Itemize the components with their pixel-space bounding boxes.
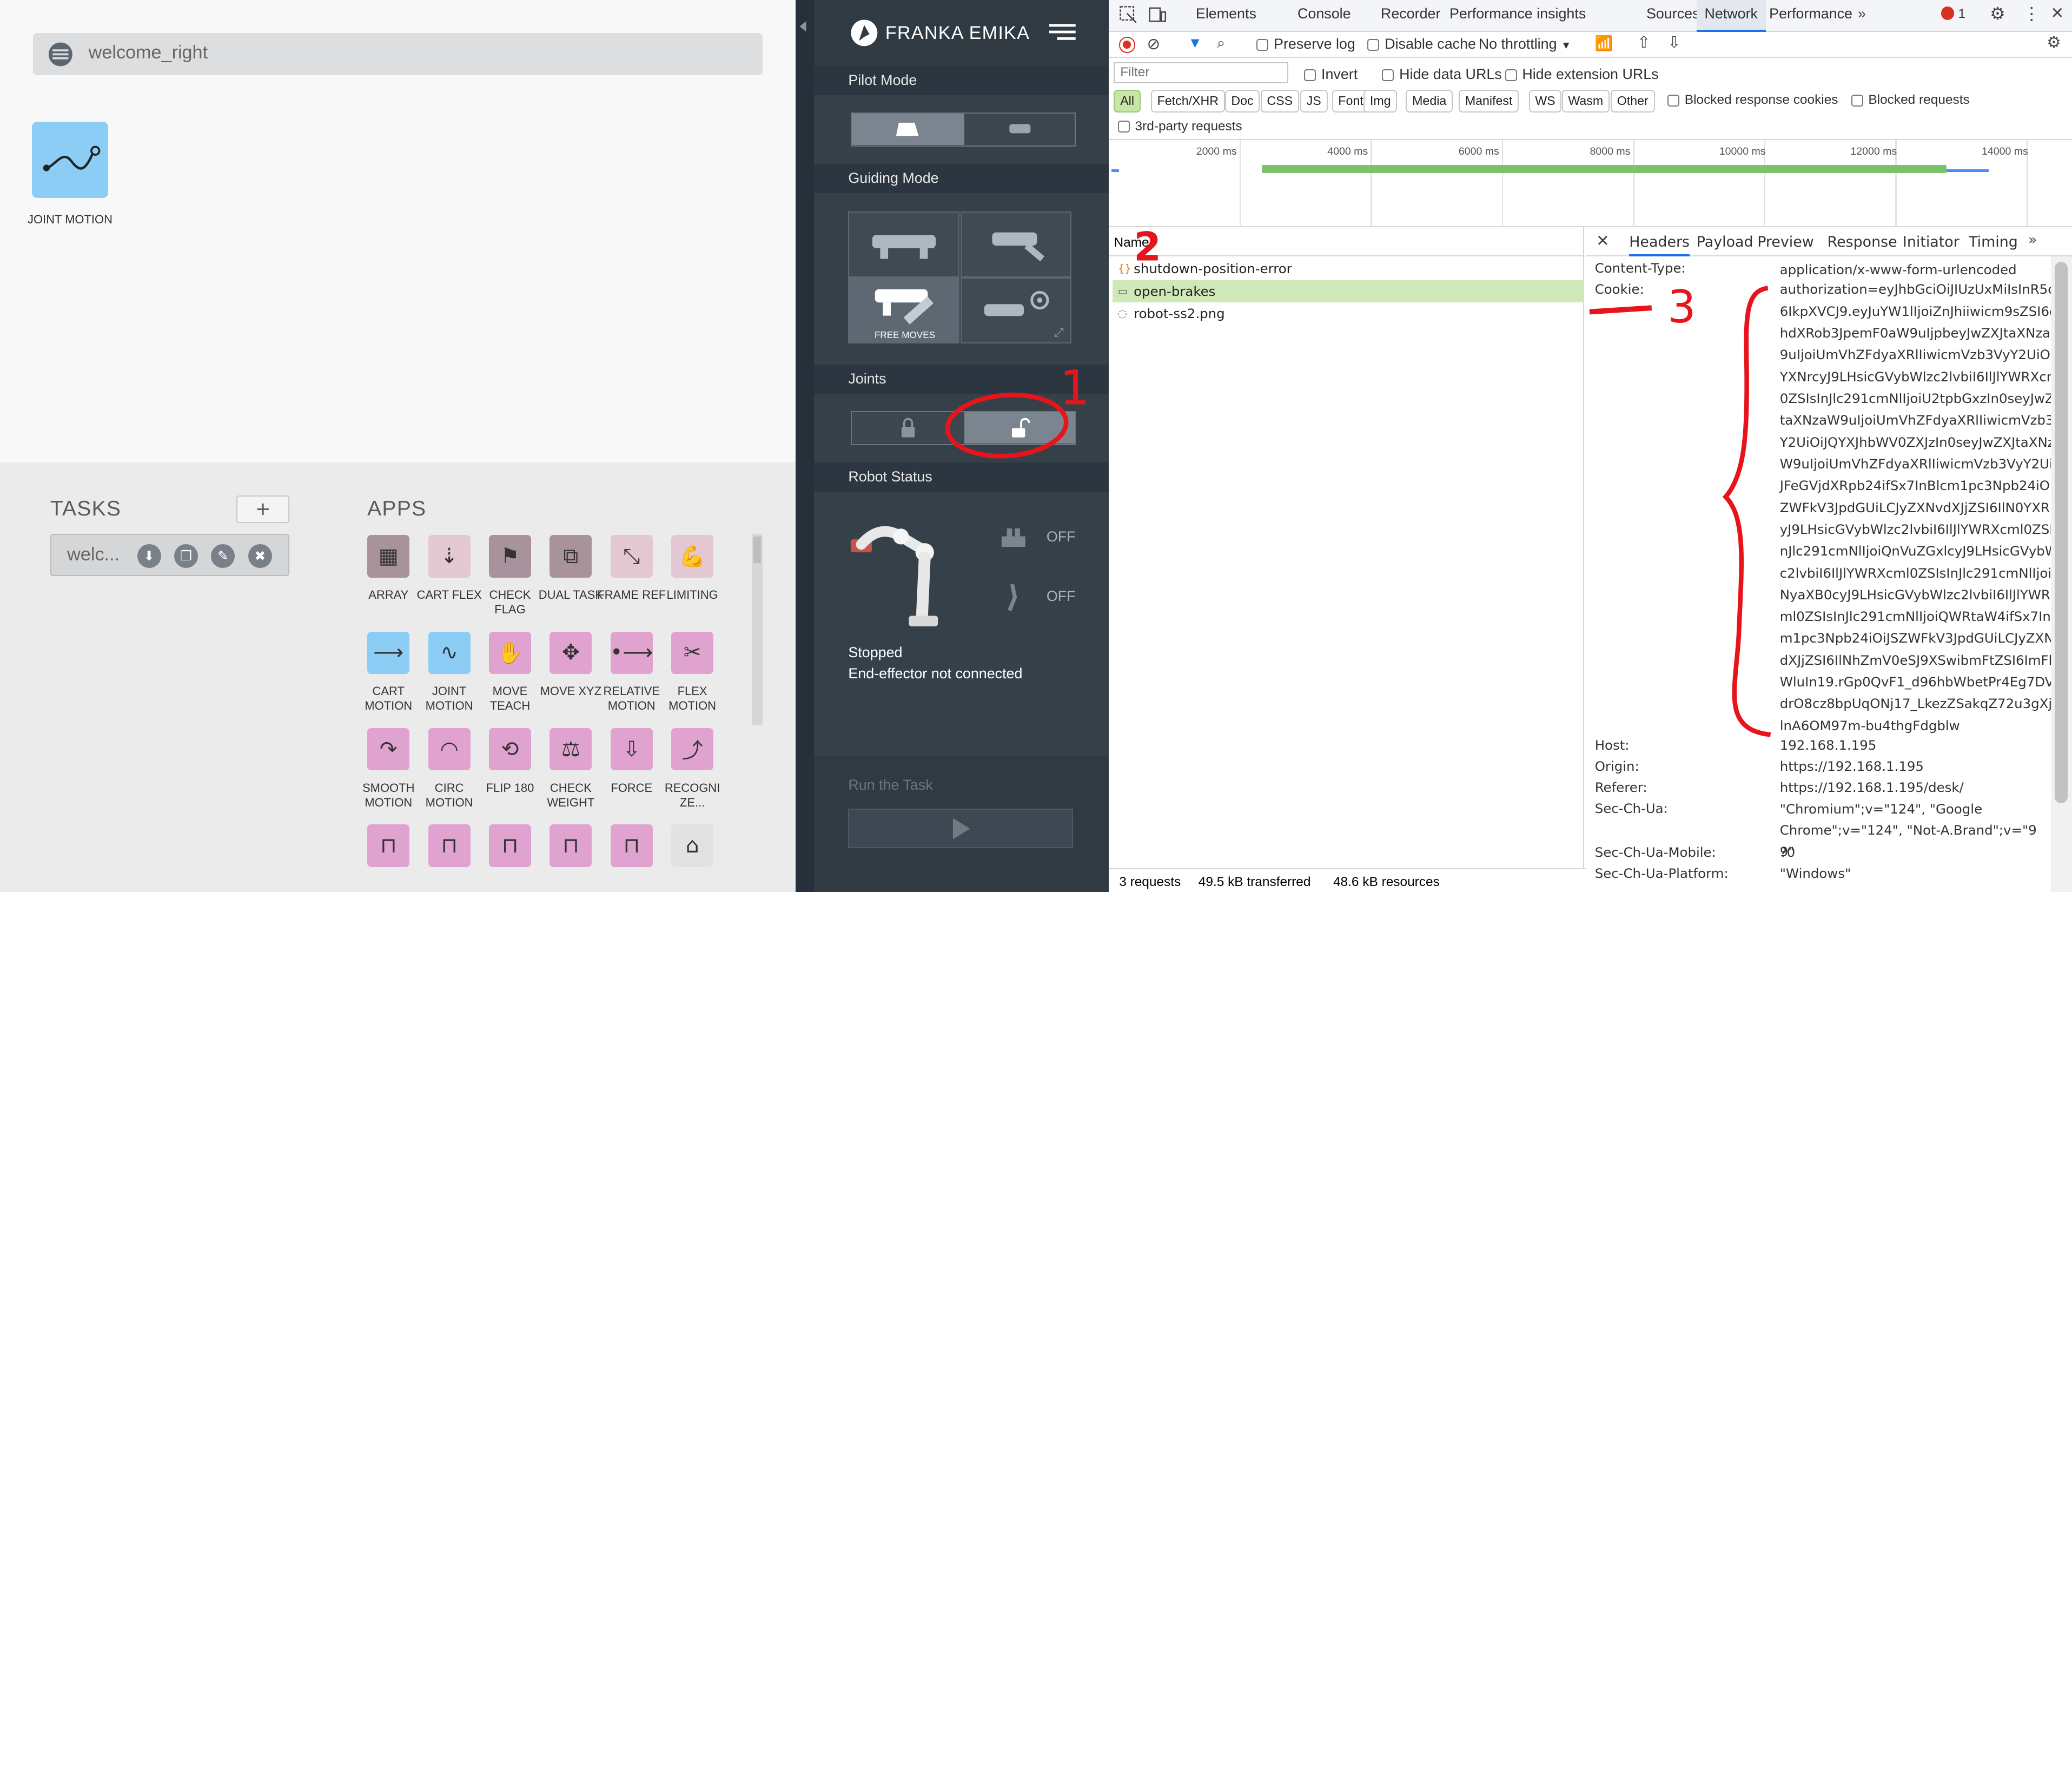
annotation-underline [1589, 305, 1652, 315]
annotation-overlay: 1 2 3 [945, 224, 1771, 737]
annotation-number-3: 3 [1667, 281, 1696, 333]
annotation-brace [1722, 286, 1771, 737]
annotation-circle [945, 392, 1069, 459]
screenshot-root: welcome_right JOINT MOTION TASKS + welc.… [0, 0, 2072, 892]
annotation-number-2: 2 [1134, 224, 1161, 270]
annotation-number-1: 1 [1060, 360, 1090, 416]
